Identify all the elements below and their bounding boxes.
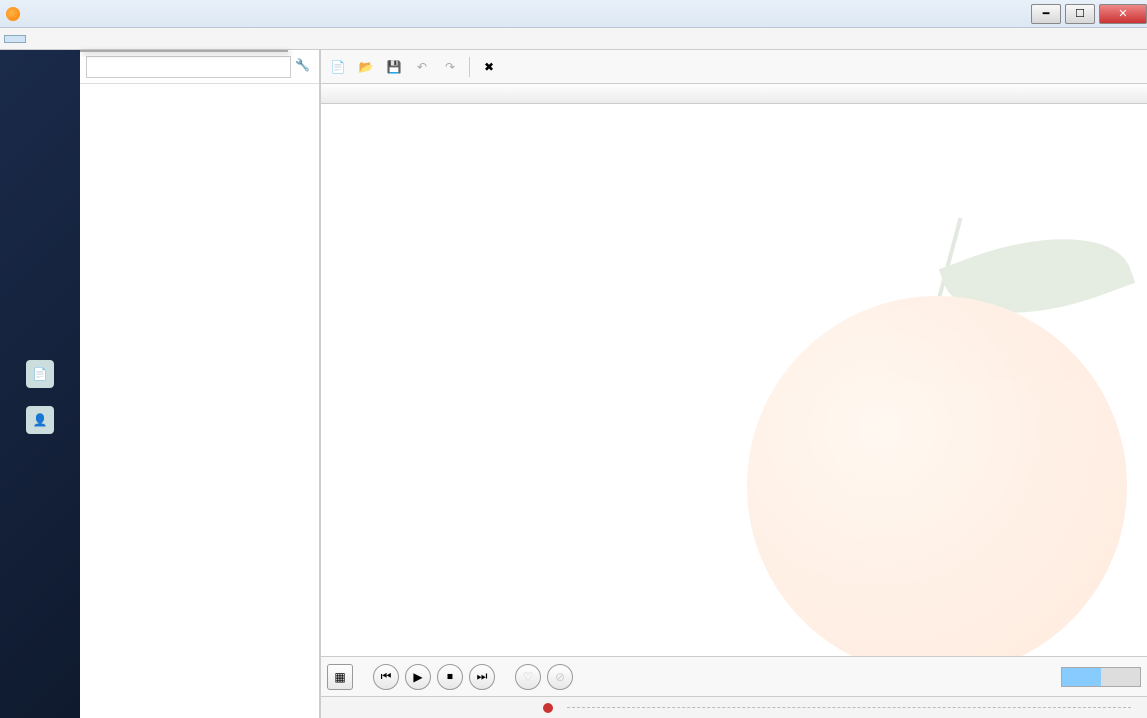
main-layout: 📄 👤 🔧 📄 📂 💾 ↶ ↷ ✖ <box>0 50 1147 718</box>
music-menu-dropdown <box>80 50 288 52</box>
search-input[interactable] <box>86 56 291 78</box>
source-list <box>80 390 319 718</box>
undo-icon[interactable]: ↶ <box>411 56 433 78</box>
minimize-button[interactable]: ━ <box>1031 4 1061 24</box>
menu-music[interactable] <box>4 35 26 43</box>
menu-playlist[interactable] <box>26 36 46 42</box>
sidebar-artist-info[interactable]: 👤 <box>0 406 80 434</box>
library-panel: 🔧 <box>80 50 320 718</box>
separator <box>469 57 470 77</box>
status-bar <box>321 696 1147 718</box>
menu-help[interactable] <box>86 36 106 42</box>
playback-controls: ▦ ⏮ ▶ ⏹ ⏭ ♡ ⊘ <box>321 656 1147 696</box>
redo-icon[interactable]: ↷ <box>439 56 461 78</box>
playlist-toolbar: 📄 📂 💾 ↶ ↷ ✖ <box>321 50 1147 84</box>
new-playlist-icon[interactable]: 📄 <box>327 56 349 78</box>
status-dot-icon <box>543 703 553 713</box>
search-row: 🔧 <box>80 50 319 84</box>
open-playlist-icon[interactable]: 📂 <box>355 56 377 78</box>
ban-button[interactable]: ⊘ <box>547 664 573 690</box>
maximize-button[interactable]: ☐ <box>1065 4 1095 24</box>
close-button[interactable]: ✕ <box>1099 4 1147 24</box>
left-sidebar: 📄 👤 <box>0 50 80 718</box>
volume-slider[interactable] <box>1061 667 1141 687</box>
playlist-area[interactable] <box>321 104 1147 656</box>
progress-track[interactable] <box>567 707 1131 708</box>
clementine-watermark <box>667 196 1147 656</box>
titlebar: ━ ☐ ✕ <box>0 0 1147 28</box>
hint-area <box>80 374 319 390</box>
menu-tools[interactable] <box>46 36 66 42</box>
search-settings-icon[interactable]: 🔧 <box>295 58 313 76</box>
window-buttons: ━ ☐ ✕ <box>1027 4 1147 24</box>
menubar <box>0 28 1147 50</box>
menu-extras[interactable] <box>66 36 86 42</box>
column-headers <box>321 84 1147 104</box>
play-button[interactable]: ▶ <box>405 664 431 690</box>
app-icon <box>6 7 20 21</box>
love-button[interactable]: ♡ <box>515 664 541 690</box>
prev-button[interactable]: ⏮ <box>373 664 399 690</box>
visualizer-icon[interactable]: ▦ <box>327 664 353 690</box>
clear-icon[interactable]: ✖ <box>478 56 500 78</box>
artist-info-icon: 👤 <box>26 406 54 434</box>
stop-button[interactable]: ⏹ <box>437 664 463 690</box>
save-playlist-icon[interactable]: 💾 <box>383 56 405 78</box>
playlist-panel: 📄 📂 💾 ↶ ↷ ✖ ▦ ⏮ ▶ ⏹ ⏭ ♡ ⊘ <box>320 50 1147 718</box>
sidebar-track-info[interactable]: 📄 <box>0 360 80 388</box>
next-button[interactable]: ⏭ <box>469 664 495 690</box>
track-info-icon: 📄 <box>26 360 54 388</box>
